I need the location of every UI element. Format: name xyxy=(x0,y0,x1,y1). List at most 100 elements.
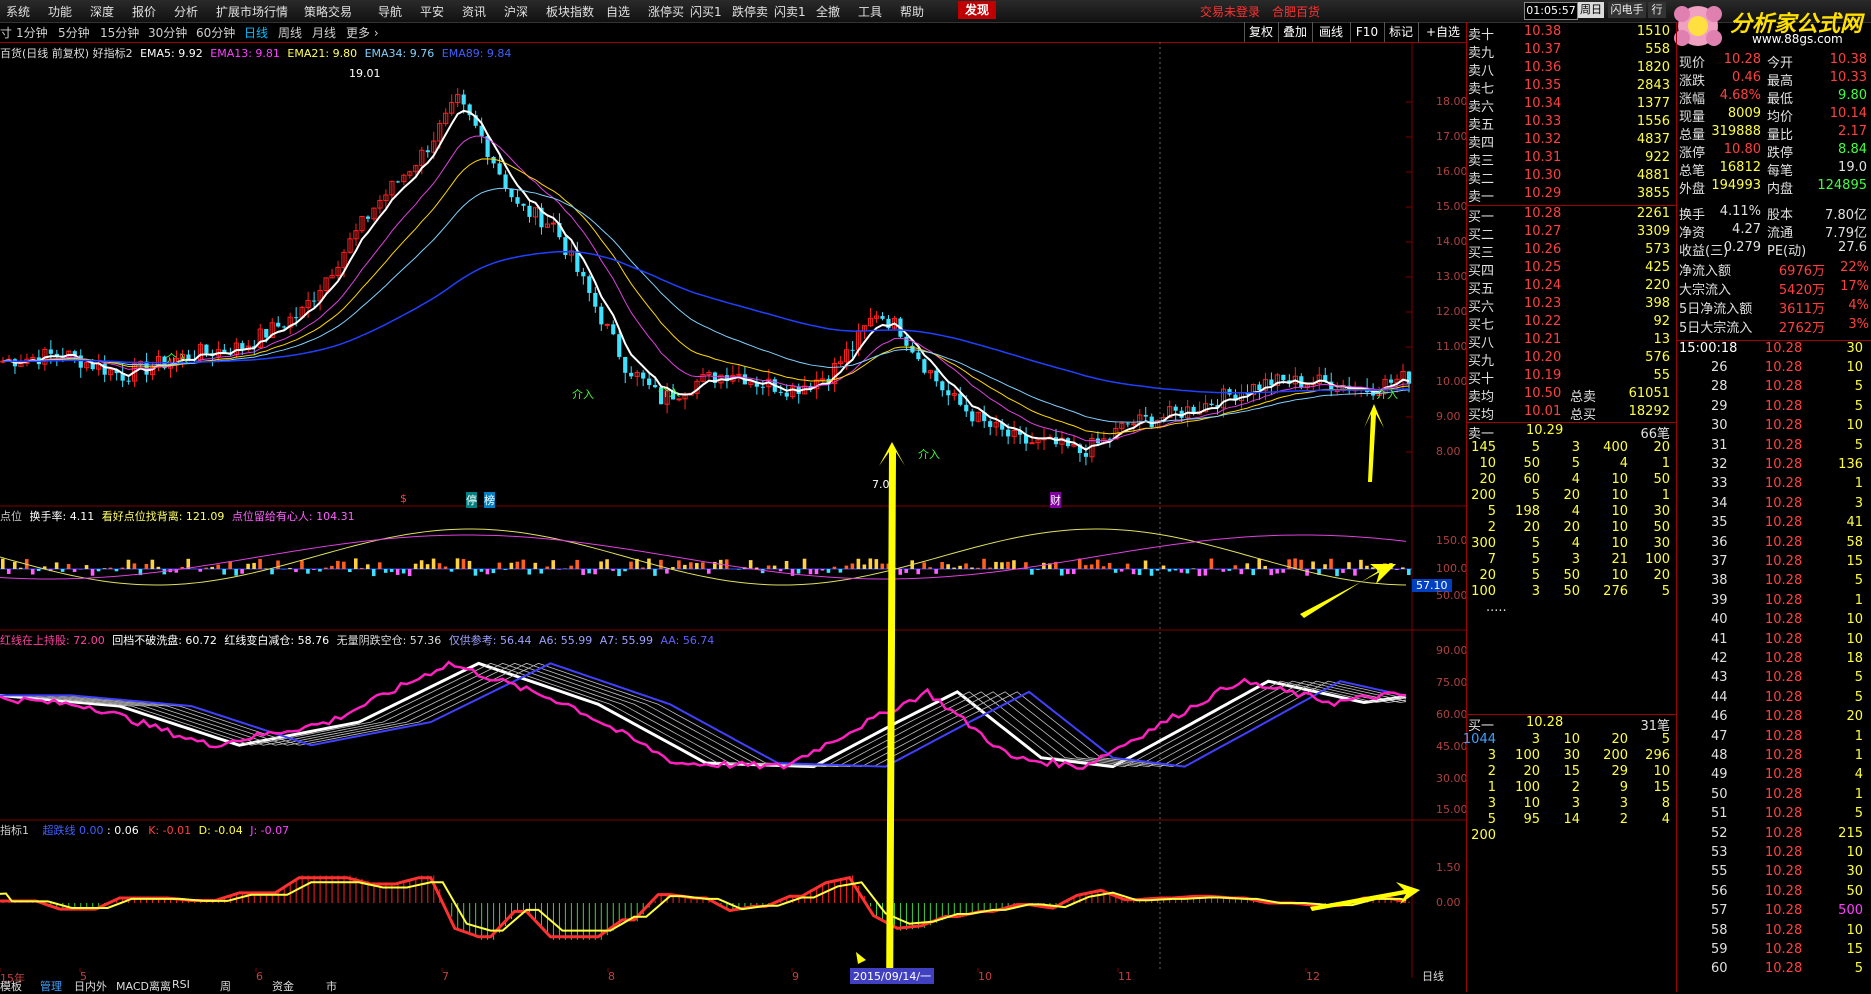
tick-row: 5010.281 xyxy=(1677,787,1871,806)
menu-item[interactable]: 扩展市场行情 xyxy=(216,3,288,20)
menu-item[interactable]: 闪买1 xyxy=(690,3,722,20)
menu-item[interactable]: 帮助 xyxy=(900,3,924,20)
trade-login-notice[interactable]: 交易未登录 xyxy=(1200,3,1260,20)
bottom-tab[interactable]: 日内外 xyxy=(74,978,107,992)
menu-item[interactable]: 工具 xyxy=(858,3,882,20)
menu-item[interactable]: 资讯 xyxy=(462,3,486,20)
ask-queue-more: ..... xyxy=(1466,600,1676,616)
candle-body xyxy=(276,323,280,327)
ind2-tick: 15.00 xyxy=(1436,803,1468,816)
ind1-bar xyxy=(450,569,454,572)
period-tab[interactable]: 1分钟 xyxy=(16,24,48,41)
stat-row: 现价10.28今开10.38 xyxy=(1677,52,1871,70)
bid-row[interactable]: 买十10.1955 xyxy=(1466,368,1676,384)
tick-vol: 5 xyxy=(1855,438,1863,453)
ask-row[interactable]: 卖三10.31922 xyxy=(1466,150,1676,166)
ind1-bar xyxy=(851,564,855,569)
toolbar-button[interactable]: 画线 xyxy=(1312,22,1349,42)
tick-vol: 50 xyxy=(1846,884,1863,899)
period-tab[interactable]: 周线 xyxy=(278,24,302,41)
menu-item[interactable]: 自选 xyxy=(606,3,630,20)
menu-item[interactable]: 跌停卖 xyxy=(732,3,768,20)
menu-item[interactable]: 板块指数 xyxy=(546,3,594,20)
bid-row[interactable]: 买一10.282261 xyxy=(1466,206,1676,222)
tick-second: 44 xyxy=(1711,690,1728,705)
ask-queue-cell: 5 xyxy=(1532,536,1540,551)
bottom-tab[interactable]: RSI xyxy=(172,978,190,992)
ask-row[interactable]: 卖五10.331556 xyxy=(1466,114,1676,130)
menu-item[interactable]: 沪深 xyxy=(504,3,528,20)
toolbar-button[interactable]: 标记 xyxy=(1384,22,1417,42)
ind1-bar xyxy=(342,562,346,569)
bid-row[interactable]: 买七10.2292 xyxy=(1466,314,1676,330)
period-tab[interactable]: 月线 xyxy=(312,24,336,41)
kline-chart[interactable] xyxy=(0,42,1466,978)
bid-volume: 55 xyxy=(1653,368,1670,383)
bottom-tab[interactable]: MACD离离 xyxy=(116,978,171,992)
ask-row[interactable]: 卖七10.352843 xyxy=(1466,78,1676,94)
menu-item[interactable]: 功能 xyxy=(48,3,72,20)
tick-vol: 5 xyxy=(1855,670,1863,685)
menu-discover-button[interactable]: 发现 xyxy=(958,1,996,19)
high-price-label: 19.01 xyxy=(349,67,381,80)
menu-item[interactable]: 闪卖1 xyxy=(774,3,806,20)
period-tab[interactable]: 日线 xyxy=(244,24,268,41)
menu-item[interactable]: 策略交易 xyxy=(304,3,352,20)
bottom-tab[interactable]: 模板 xyxy=(0,978,22,992)
candle-body xyxy=(910,346,914,353)
ind1-bar xyxy=(121,568,125,569)
menu-item[interactable]: 全撤 xyxy=(816,3,840,20)
bottom-tab[interactable]: 管理 xyxy=(40,978,62,992)
period-tab[interactable]: 60分钟 xyxy=(196,24,235,41)
menu-item[interactable]: 导航 xyxy=(378,3,402,20)
tick-row: 4610.2820 xyxy=(1677,709,1871,728)
toolbar-button[interactable]: 叠加 xyxy=(1278,22,1311,42)
bid-row[interactable]: 买九10.20576 xyxy=(1466,350,1676,366)
bottom-tab[interactable]: 周 xyxy=(220,978,231,992)
period-tab[interactable]: 30分钟 xyxy=(148,24,187,41)
menu-item[interactable]: 报价 xyxy=(132,3,156,20)
tick-vol: 500 xyxy=(1838,903,1863,918)
period-tab[interactable]: 寸 xyxy=(0,24,12,41)
menu-item[interactable]: 平安 xyxy=(420,3,444,20)
bottom-tab[interactable]: 资金 xyxy=(272,978,294,992)
toolbar-button[interactable]: 复权 xyxy=(1244,22,1277,42)
date-tick: 8 xyxy=(608,970,615,983)
ask-row[interactable]: 卖一10.293855 xyxy=(1466,186,1676,202)
tick-row: 6010.285 xyxy=(1677,961,1871,980)
avg-row: 买均10.01总买18292 xyxy=(1466,404,1676,420)
ask-row[interactable]: 卖六10.341377 xyxy=(1466,96,1676,112)
bid-row[interactable]: 买八10.2113 xyxy=(1466,332,1676,348)
period-tab[interactable]: 5分钟 xyxy=(58,24,90,41)
ask-row[interactable]: 卖四10.324837 xyxy=(1466,132,1676,148)
menu-item[interactable]: 系统 xyxy=(6,3,30,20)
row-button[interactable]: 行 xyxy=(1648,2,1666,18)
menu-item[interactable]: 涨停买 xyxy=(648,3,684,20)
tick-vol: 15 xyxy=(1846,554,1863,569)
flash-trade-button[interactable]: 闪电手 xyxy=(1608,2,1646,18)
toolbar-button[interactable]: F10 xyxy=(1350,22,1383,42)
ask-row[interactable]: 卖十10.381510 xyxy=(1466,24,1676,40)
bid-row[interactable]: 买四10.25425 xyxy=(1466,260,1676,276)
bid-row[interactable]: 买二10.273309 xyxy=(1466,224,1676,240)
ind1-bar xyxy=(1401,567,1405,569)
bid-row[interactable]: 买六10.23398 xyxy=(1466,296,1676,312)
candle-body xyxy=(1281,375,1285,380)
menu-item[interactable]: 分析 xyxy=(174,3,198,20)
bottom-tab[interactable]: 市 xyxy=(326,978,337,992)
ind1-bar xyxy=(372,569,376,576)
ask-row[interactable]: 卖二10.304881 xyxy=(1466,168,1676,184)
bid-price: 10.24 xyxy=(1524,278,1561,293)
bid-row[interactable]: 买五10.24220 xyxy=(1466,278,1676,294)
ask-row[interactable]: 卖九10.37558 xyxy=(1466,42,1676,58)
candle-body xyxy=(1084,453,1088,457)
weekday-button[interactable]: 周日 xyxy=(1578,2,1604,18)
tick-second: 58 xyxy=(1711,923,1728,938)
bid-row[interactable]: 买三10.26573 xyxy=(1466,242,1676,258)
toolbar-button[interactable]: +自选 xyxy=(1418,22,1467,42)
period-tab[interactable]: 更多 › xyxy=(346,24,379,41)
menu-item[interactable]: 深度 xyxy=(90,3,114,20)
ask-row[interactable]: 卖八10.361820 xyxy=(1466,60,1676,76)
period-tab[interactable]: 15分钟 xyxy=(100,24,139,41)
tick-vol: 10 xyxy=(1846,845,1863,860)
